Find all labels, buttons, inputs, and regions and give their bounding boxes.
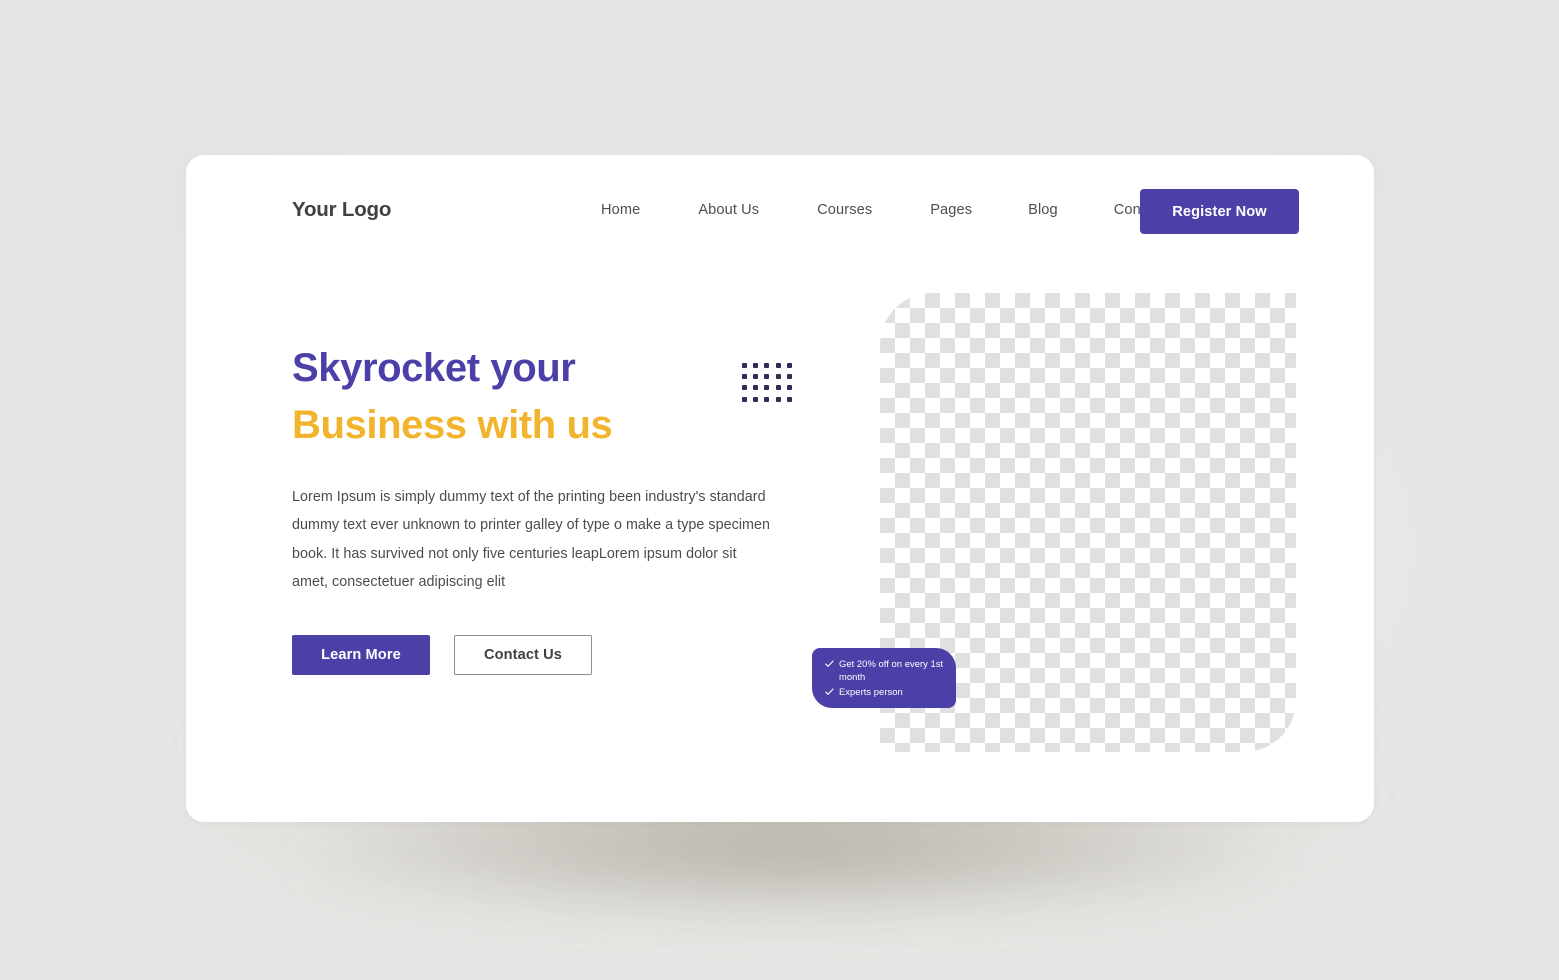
offer-item: Experts person (825, 686, 944, 699)
grid-dot (786, 385, 792, 391)
hero-description: Lorem Ipsum is simply dummy text of the … (292, 488, 771, 591)
nav-item-about-us[interactable]: About Us (698, 202, 759, 218)
check-icon (825, 687, 834, 697)
navbar: Your Logo Home About Us Courses Pages Bl… (186, 155, 1374, 265)
check-icon (825, 659, 834, 669)
nav-item-home[interactable]: Home (601, 202, 640, 218)
grid-dot (764, 385, 770, 391)
grid-dot (764, 363, 770, 368)
nav-item-courses[interactable]: Courses (817, 202, 872, 218)
grid-dot (753, 385, 759, 391)
hero-content: Skyrocket your Business with us Lorem Ip… (292, 340, 792, 675)
grid-dot (775, 385, 781, 391)
hero-headline-line-2: Business with us (292, 402, 613, 447)
grid-dot (775, 396, 781, 402)
grid-dot (753, 374, 759, 380)
offer-item-label: Experts person (839, 686, 903, 698)
grid-dot (753, 363, 759, 368)
card-drop-shadow-secondary (300, 810, 1280, 920)
offer-item: Get 20% off on every 1st month (825, 658, 944, 683)
nav-item-pages[interactable]: Pages (930, 202, 972, 218)
learn-more-button[interactable]: Learn More (292, 634, 430, 675)
grid-dot (742, 385, 747, 391)
grid-dot (742, 396, 747, 402)
grid-dot (753, 396, 759, 402)
grid-dot (764, 374, 770, 380)
grid-dot (786, 396, 792, 402)
site-logo[interactable]: Your Logo (292, 198, 391, 222)
contact-us-button[interactable]: Contact Us (454, 634, 592, 675)
grid-dot (775, 374, 781, 380)
offer-badge: Get 20% off on every 1st month Experts p… (812, 648, 956, 708)
grid-dot (764, 396, 770, 402)
nav-menu: Home About Us Courses Pages Blog Contact (601, 202, 1165, 218)
grid-dot (742, 374, 747, 380)
dot-grid-decoration-icon (742, 363, 792, 402)
landing-page-card: Your Logo Home About Us Courses Pages Bl… (186, 155, 1374, 822)
hero-button-group: Learn More Contact Us (292, 634, 792, 675)
grid-dot (786, 374, 792, 380)
grid-dot (775, 363, 781, 368)
hero-headline-line-1: Skyrocket your (292, 346, 576, 390)
register-now-button[interactable]: Register Now (1140, 189, 1299, 234)
grid-dot (742, 363, 747, 368)
grid-dot (786, 363, 792, 368)
offer-item-label: Get 20% off on every 1st month (839, 658, 944, 682)
nav-item-blog[interactable]: Blog (1028, 202, 1058, 218)
